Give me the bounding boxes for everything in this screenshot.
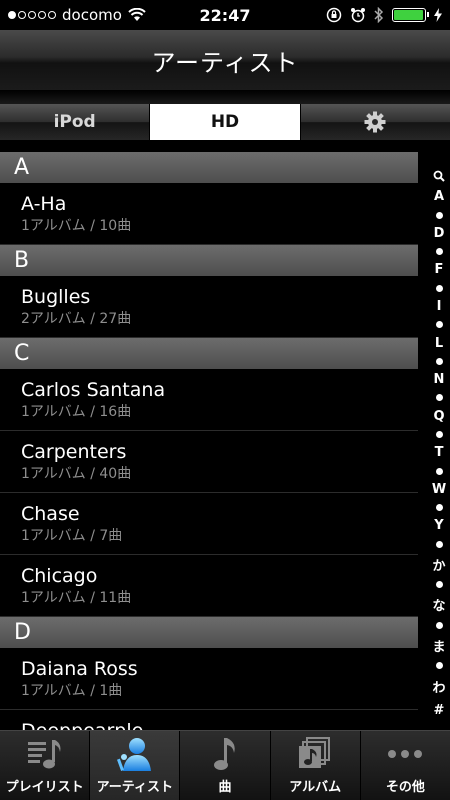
index-letter[interactable]: W — [432, 482, 446, 497]
signal-strength-icon — [8, 11, 56, 19]
artist-detail: 2アルバム / 27曲 — [21, 311, 132, 327]
index-letter[interactable]: T — [435, 445, 444, 460]
index-dot[interactable] — [435, 430, 443, 438]
index-dot[interactable] — [435, 394, 443, 402]
charging-icon — [434, 8, 442, 22]
artist-row[interactable]: Chicago 1アルバム / 11曲 — [0, 555, 418, 617]
artist-icon — [116, 738, 151, 771]
index-letter[interactable]: な — [432, 595, 445, 614]
tab-album[interactable]: アルバム — [271, 731, 361, 800]
tab-artist[interactable]: アーティスト — [90, 731, 181, 800]
source-segmented-control: iPod HD — [0, 104, 450, 140]
index-dot[interactable] — [435, 284, 443, 292]
section-header-a: A — [0, 152, 418, 183]
section-header-b: B — [0, 245, 418, 276]
tab-label: その他 — [385, 780, 425, 795]
tab-label: プレイリスト — [5, 780, 84, 795]
index-dot[interactable] — [435, 357, 443, 365]
index-letter[interactable]: ま — [432, 636, 445, 655]
tab-label: アルバム — [289, 780, 342, 795]
artist-list[interactable]: A A-Ha 1アルバム / 10曲 B Buglles 2アルバム / 27曲… — [0, 152, 418, 730]
album-icon — [299, 737, 331, 768]
status-right — [326, 7, 442, 23]
artist-name: Carpenters — [21, 441, 127, 463]
artist-row[interactable]: Deeppearple — [0, 710, 418, 730]
battery-icon — [392, 8, 429, 22]
index-dot[interactable] — [435, 504, 443, 512]
artist-name: Chase — [21, 503, 80, 525]
index-search-icon[interactable] — [433, 170, 445, 182]
wifi-icon — [128, 8, 146, 21]
index-letter[interactable]: F — [435, 262, 444, 277]
rotation-lock-icon — [326, 7, 342, 23]
artist-name: Buglles — [21, 286, 91, 308]
artist-detail: 1アルバム / 1曲 — [21, 683, 123, 699]
header-divider — [0, 90, 450, 104]
more-icon — [388, 750, 423, 758]
index-letter[interactable]: N — [434, 372, 445, 387]
index-dot[interactable] — [435, 662, 443, 670]
artist-row[interactable]: Carpenters 1アルバム / 40曲 — [0, 431, 418, 493]
index-dot[interactable] — [435, 467, 443, 475]
index-letter[interactable]: か — [432, 555, 445, 574]
alarm-icon — [351, 8, 365, 23]
artist-name: Carlos Santana — [21, 379, 166, 401]
artist-row[interactable]: Daiana Ross 1アルバム / 1曲 — [0, 648, 418, 710]
index-dot[interactable] — [435, 540, 443, 548]
bluetooth-icon — [374, 7, 384, 23]
navigation-bar: アーティスト — [0, 30, 450, 90]
artist-name: Deeppearple — [21, 720, 418, 730]
tab-playlist[interactable]: プレイリスト — [0, 731, 91, 800]
artist-detail: 1アルバム / 40曲 — [21, 466, 132, 482]
index-letter[interactable]: # — [434, 703, 445, 718]
artist-row[interactable]: Buglles 2アルバム / 27曲 — [0, 276, 418, 338]
artist-row[interactable]: Chase 1アルバム / 7曲 — [0, 493, 418, 555]
carrier-name: docomo — [62, 6, 122, 24]
page-title: アーティスト — [151, 48, 299, 77]
artist-name: Chicago — [21, 565, 98, 587]
section-index[interactable]: A D F I L N Q T W Y かなまわ # — [428, 170, 450, 718]
segment-ipod[interactable]: iPod — [0, 104, 151, 140]
segment-divider — [0, 140, 450, 152]
index-dot[interactable] — [435, 321, 443, 329]
section-header-c: C — [0, 338, 418, 369]
index-letter[interactable]: Y — [434, 518, 443, 533]
index-letter[interactable]: Q — [433, 409, 444, 424]
artist-detail: 1アルバム / 11曲 — [21, 590, 132, 606]
tab-label: 曲 — [218, 780, 232, 795]
tab-more[interactable]: その他 — [361, 731, 450, 800]
index-letter[interactable]: I — [437, 299, 442, 314]
status-bar: docomo 22:47 — [0, 0, 450, 30]
artist-detail: 1アルバム / 16曲 — [21, 404, 132, 420]
playlist-icon — [27, 740, 61, 769]
artist-row[interactable]: A-Ha 1アルバム / 10曲 — [0, 183, 418, 245]
segment-hd[interactable]: HD — [150, 104, 301, 140]
index-letter[interactable]: D — [434, 226, 445, 241]
artist-name: A-Ha — [21, 193, 67, 215]
artist-row[interactable]: Carlos Santana 1アルバム / 16曲 — [0, 369, 418, 431]
artist-name: Daiana Ross — [21, 658, 138, 680]
artist-detail: 1アルバム / 7曲 — [21, 528, 123, 544]
index-letter[interactable]: A — [434, 189, 444, 204]
tab-songs[interactable]: 曲 — [180, 731, 271, 800]
artist-detail: 1アルバム / 10曲 — [21, 218, 132, 234]
battery-level — [394, 10, 423, 20]
gear-icon — [364, 111, 386, 133]
tab-label: アーティスト — [96, 780, 174, 795]
index-dot[interactable] — [435, 248, 443, 256]
tab-bar: プレイリスト アーティスト 曲 アルバム その他 — [0, 730, 450, 800]
index-dot[interactable] — [435, 621, 443, 629]
index-dot[interactable] — [435, 211, 443, 219]
status-left: docomo — [8, 6, 178, 24]
index-letter[interactable]: L — [435, 336, 443, 351]
music-note-icon — [214, 738, 235, 770]
segment-settings[interactable] — [300, 104, 450, 140]
index-letter[interactable]: わ — [432, 677, 445, 696]
section-header-d: D — [0, 617, 418, 648]
index-dot[interactable] — [435, 581, 443, 589]
